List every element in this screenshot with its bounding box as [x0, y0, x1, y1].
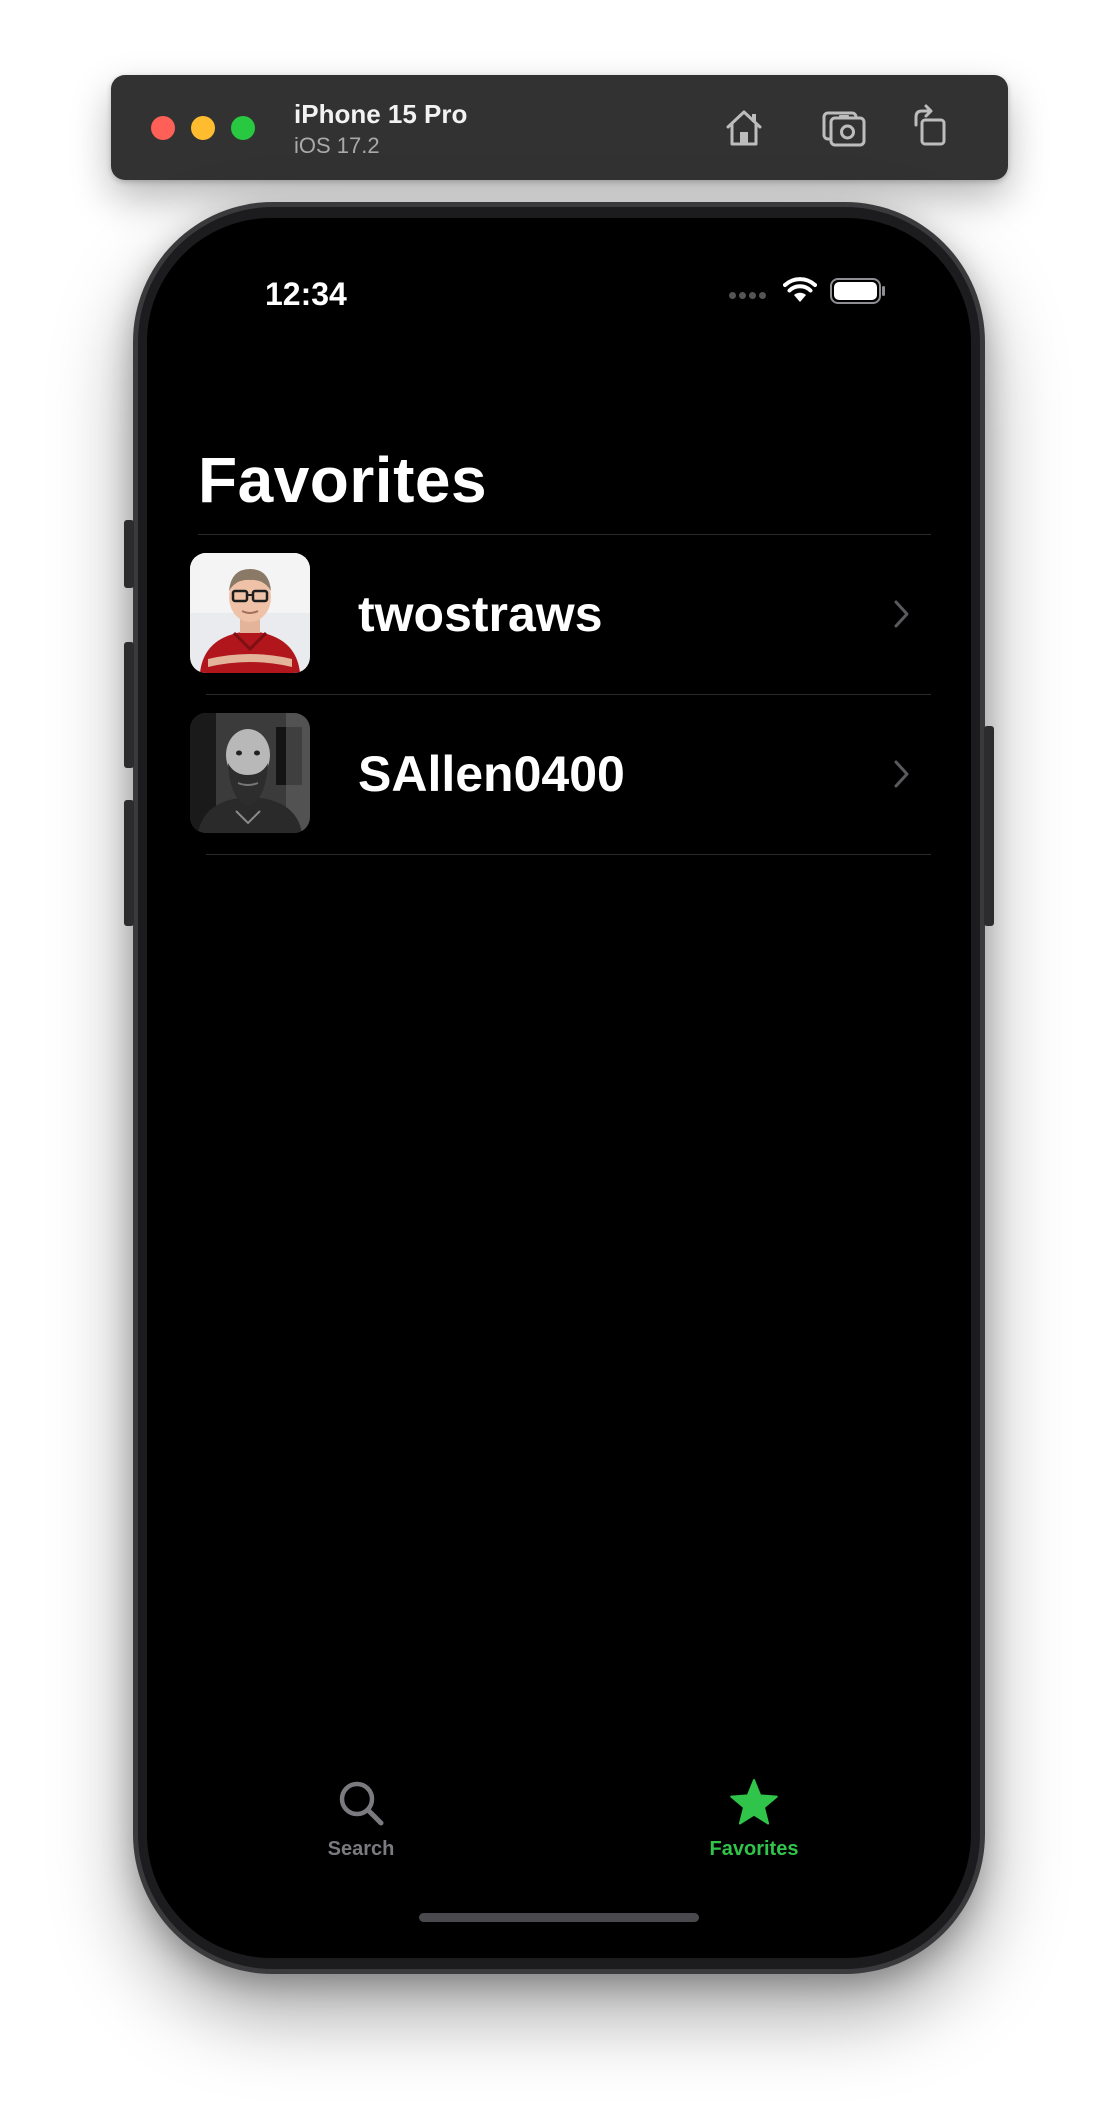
avatar	[190, 553, 310, 673]
page-title: Favorites	[198, 444, 488, 516]
star-icon	[730, 1779, 778, 1825]
battery-icon	[830, 278, 885, 304]
tab-favorites-label: Favorites	[709, 1838, 799, 1860]
favorite-username: SAllen0400	[358, 746, 625, 802]
action-button	[124, 520, 134, 588]
device-name: iPhone 15 Pro	[294, 99, 468, 129]
tab-search[interactable]: Search	[261, 1778, 461, 1878]
rotate-icon	[914, 104, 946, 146]
status-time: 12:34	[265, 276, 347, 312]
avatar	[190, 713, 310, 833]
row-divider	[206, 854, 931, 855]
wifi-icon	[783, 277, 817, 302]
home-button[interactable]	[719, 103, 769, 153]
minimize-window-button[interactable]	[191, 116, 215, 140]
close-window-button[interactable]	[151, 116, 175, 140]
home-indicator[interactable]	[419, 1913, 699, 1922]
avatar-sallen0400-image	[190, 713, 310, 833]
chevron-right-icon	[894, 760, 909, 788]
chevron-right-icon	[894, 600, 909, 628]
list-item[interactable]: twostraws	[147, 535, 971, 695]
zoom-window-button[interactable]	[231, 116, 255, 140]
tab-search-label: Search	[327, 1838, 395, 1860]
device-os-version: iOS 17.2	[294, 133, 380, 158]
side-power-button	[984, 726, 994, 926]
favorite-username: twostraws	[358, 586, 603, 642]
screenshot-button[interactable]	[819, 103, 869, 153]
rotate-button[interactable]	[908, 103, 958, 153]
volume-up-button	[124, 642, 134, 768]
tab-bar: Search Favorites	[147, 1778, 971, 1898]
tab-favorites[interactable]: Favorites	[654, 1778, 854, 1878]
home-icon	[726, 110, 762, 146]
screenshot-icon	[822, 111, 866, 147]
magnifying-glass-icon	[339, 1781, 384, 1826]
simulator-toolbar: iPhone 15 Pro iOS 17.2	[111, 75, 1008, 180]
cellular-signal-icon	[729, 292, 769, 300]
list-item[interactable]: SAllen0400	[147, 695, 971, 855]
favorites-list: twostraws SAllen0400	[147, 535, 971, 855]
volume-down-button	[124, 800, 134, 926]
phone-screen: 12:34 Favorites twostraws SAllen0400 Sea…	[147, 218, 971, 1958]
avatar-twostraws-image	[190, 553, 310, 673]
